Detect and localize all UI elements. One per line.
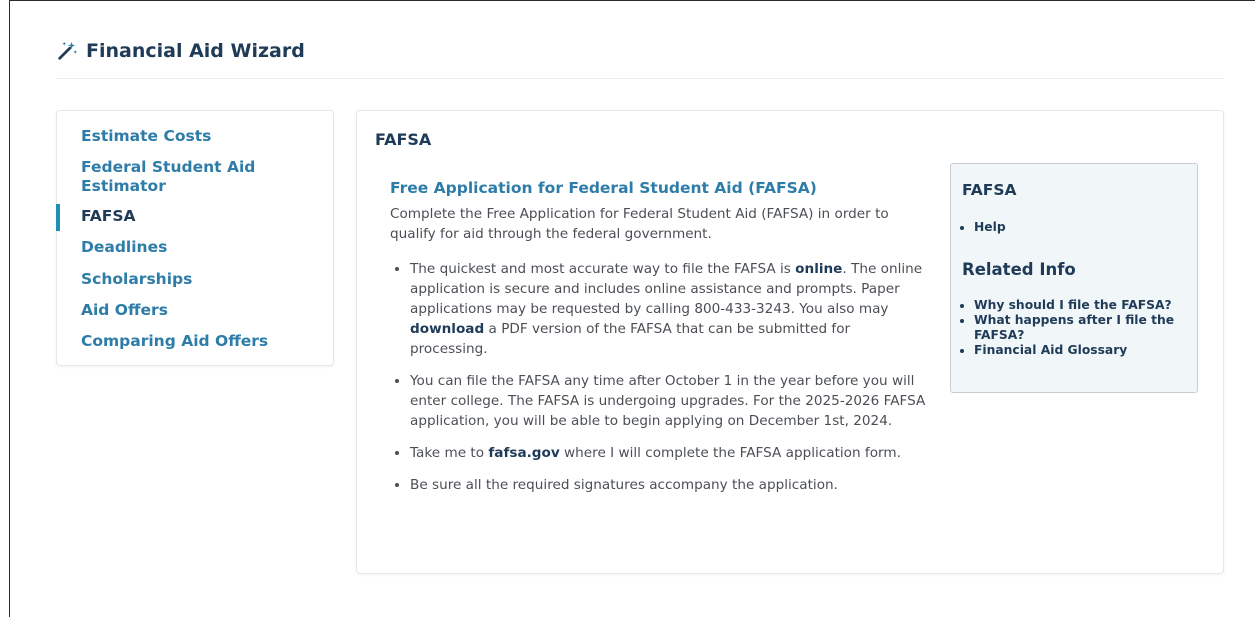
related-links: Why should I file the FAFSA? What happen… [962,298,1194,358]
sidebar-item-aid-offers[interactable]: Aid Offers [81,301,168,320]
list-item: Take me to fafsa.gov where I will comple… [410,443,930,463]
sidebar-item-estimate-costs[interactable]: Estimate Costs [81,127,211,146]
related-link-why-file[interactable]: Why should I file the FAFSA? [974,298,1194,313]
list-item: Be sure all the required signatures acco… [410,475,930,495]
content-area: Free Application for Federal Student Aid… [390,178,930,507]
download-link[interactable]: download [410,321,484,337]
sidebar-item-deadlines[interactable]: Deadlines [81,238,167,257]
magic-wand-icon [58,41,78,60]
help-link[interactable]: Help [974,220,1194,235]
info-list: The quickest and most accurate way to fi… [390,259,930,495]
sidebar-nav: Estimate Costs Federal Student Aid Estim… [56,110,334,366]
list-item-text: You can file the FAFSA any time after Oc… [410,373,926,429]
list-item: The quickest and most accurate way to fi… [410,259,930,359]
list-item-text: The quickest and most accurate way to fi… [410,261,796,277]
sidebar-item-scholarships[interactable]: Scholarships [81,270,192,289]
intro-text: Complete the Free Application for Federa… [390,206,889,242]
related-link-glossary[interactable]: Financial Aid Glossary [974,343,1194,358]
related-info-heading: Related Info [962,260,1076,279]
online-link[interactable]: online [795,261,842,277]
page-header: Financial Aid Wizard [56,40,1224,79]
list-item-text: Take me to [410,445,489,461]
list-item: You can file the FAFSA any time after Oc… [410,371,930,431]
panel-links: Help [962,220,1194,235]
fafsa-gov-link[interactable]: fafsa.gov [488,445,559,461]
panel-heading: FAFSA [962,181,1017,199]
sidebar-item-comparing-aid-offers[interactable]: Comparing Aid Offers [81,332,268,351]
content-title: Free Application for Federal Student Aid… [390,179,817,197]
related-info-panel: FAFSA Help Related Info Why should I fil… [950,163,1198,393]
main-content-card: FAFSA Free Application for Federal Stude… [356,110,1224,574]
sidebar-item-federal-student-aid-estimator[interactable]: Federal Student Aid Estimator [81,158,291,196]
related-link-what-happens[interactable]: What happens after I file the FAFSA? [974,313,1194,343]
sidebar-item-fafsa[interactable]: FAFSA [81,207,136,226]
list-item-text: Be sure all the required signatures acco… [410,477,838,493]
active-indicator [56,204,60,231]
list-item-text: where I will complete the FAFSA applicat… [559,445,901,461]
page-title: Financial Aid Wizard [56,40,1224,62]
page-title-text: Financial Aid Wizard [86,40,305,62]
section-heading: FAFSA [375,130,432,149]
